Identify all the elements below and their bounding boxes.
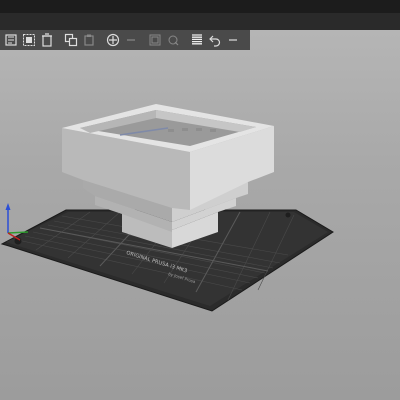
layer-editing-icon[interactable] [188, 31, 206, 49]
3d-viewport[interactable]: ORIGINAL PRUSA i3 MK3 by Josef Prusa [0, 50, 400, 400]
undo-icon[interactable] [206, 31, 224, 49]
add-icon[interactable] [2, 31, 20, 49]
plater-toolbar [0, 30, 250, 50]
delete-all-icon[interactable] [38, 31, 56, 49]
bed-mount-hole [285, 212, 291, 218]
delete-icon[interactable] [20, 31, 38, 49]
add-instance-icon[interactable] [104, 31, 122, 49]
split-parts-icon[interactable] [164, 31, 182, 49]
paste-icon[interactable] [80, 31, 98, 49]
remove-instance-icon[interactable] [122, 31, 140, 49]
prusaslicer-window: ORIGINAL PRUSA i3 MK3 by Josef Prusa [0, 0, 400, 400]
copy-icon[interactable] [62, 31, 80, 49]
3d-scene: ORIGINAL PRUSA i3 MK3 by Josef Prusa [0, 104, 334, 312]
tab-bar [0, 13, 400, 30]
redo-icon[interactable] [224, 31, 242, 49]
split-objects-icon[interactable] [146, 31, 164, 49]
title-bar [0, 0, 400, 13]
